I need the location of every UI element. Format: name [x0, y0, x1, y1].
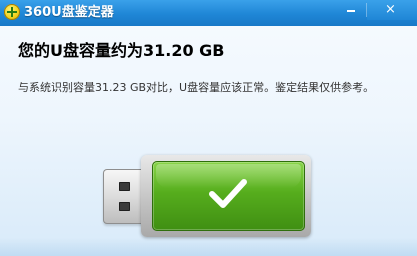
window-title: 360U盘鉴定器: [24, 5, 114, 20]
minimize-button[interactable]: [336, 0, 365, 20]
checkmark-icon: [209, 179, 247, 208]
minimize-icon: [347, 10, 355, 12]
close-button[interactable]: ×: [367, 0, 417, 20]
usb-contact-hole: [119, 202, 130, 211]
usb-contact-hole: [119, 182, 130, 191]
capacity-detail: 与系统识别容量31.23 GB对比，U盘容量应该正常。鉴定结果仅供参考。: [18, 81, 375, 94]
title-bar[interactable]: 360U盘鉴定器 ×: [0, 0, 417, 26]
close-icon: ×: [385, 2, 396, 17]
360-logo-icon: [4, 4, 20, 20]
capacity-headline: 您的U盘容量约为31.20 GB: [18, 41, 225, 60]
bottom-gradient: [0, 238, 417, 256]
app-window: 360U盘鉴定器 × 您的U盘容量约为31.20 GB 与系统识别容量31.23…: [0, 0, 417, 256]
